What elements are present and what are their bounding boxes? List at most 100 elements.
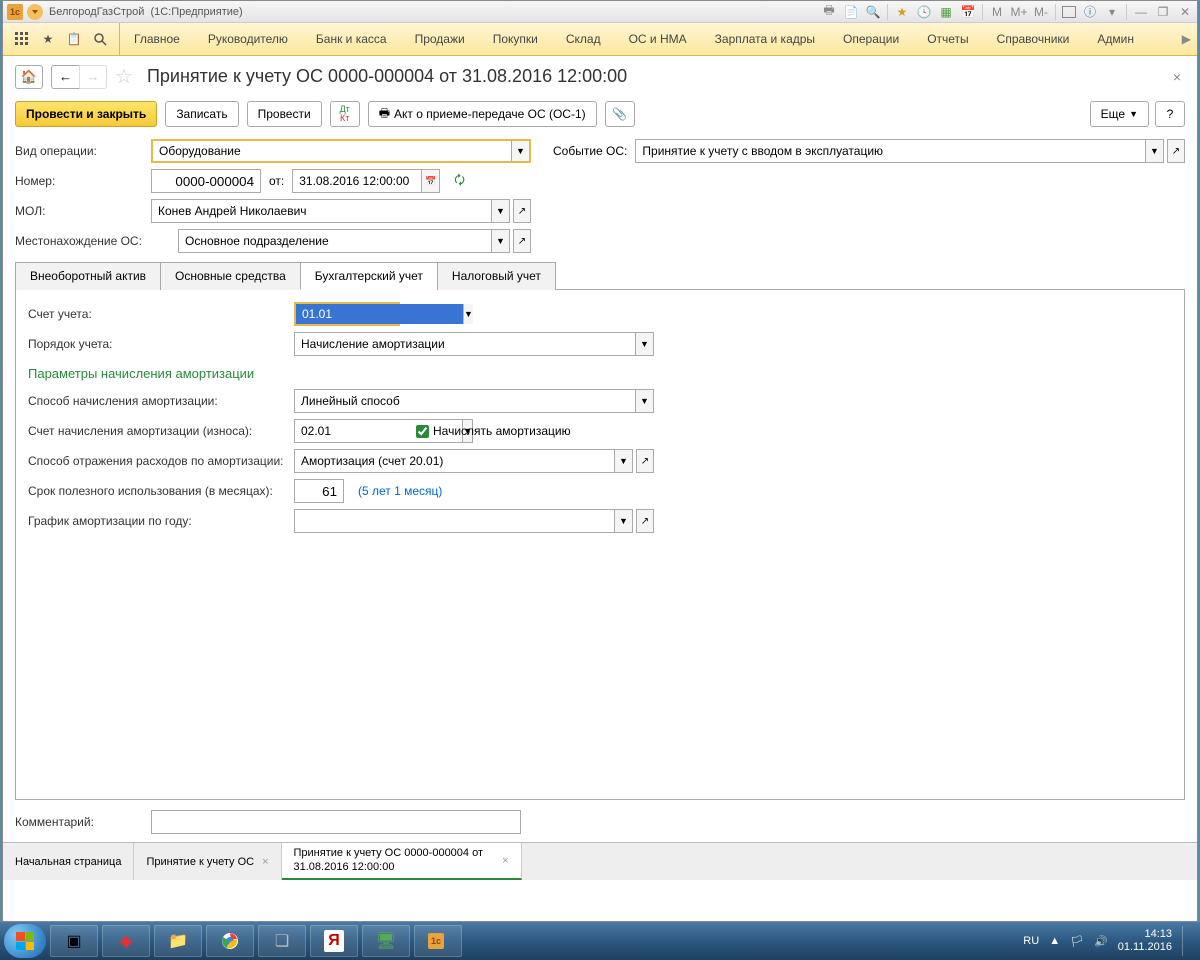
mem-mminus[interactable]: M- (1033, 4, 1049, 20)
flag-icon[interactable]: 🏳 (1070, 935, 1084, 948)
method-input[interactable] (294, 389, 636, 413)
menu-item-reports[interactable]: Отчеты (913, 23, 982, 55)
account-combo[interactable]: ▼ (294, 302, 400, 326)
back-button[interactable]: ← (51, 65, 79, 89)
event-combo[interactable]: ▼ ↗ (635, 139, 1185, 163)
post-button[interactable]: Провести (247, 101, 322, 127)
open-button[interactable]: ↗ (513, 229, 531, 253)
vid-operacii-combo[interactable]: ▼ (151, 139, 531, 163)
refresh-icon[interactable]: 🗘 (454, 171, 465, 192)
btab-doc-list[interactable]: Принятие к учету ОС× (134, 843, 281, 880)
mem-mplus[interactable]: M+ (1011, 4, 1027, 20)
clock[interactable]: 14:13 01.11.2016 (1118, 928, 1172, 954)
method-combo[interactable]: ▼ (294, 389, 654, 413)
tab-accounting[interactable]: Бухгалтерский учет (300, 262, 438, 290)
show-desktop[interactable] (1182, 926, 1190, 956)
search-icon[interactable] (91, 30, 109, 48)
open-button[interactable]: ↗ (1167, 139, 1185, 163)
print-icon[interactable]: 🖶 (821, 4, 837, 20)
btab-current-doc[interactable]: Принятие к учету ОС 0000-000004 от 31.08… (282, 843, 522, 880)
search-icon[interactable]: 🔍 (865, 4, 881, 20)
dropdown-button[interactable]: ▼ (492, 199, 510, 223)
save-button[interactable]: Записать (165, 101, 238, 127)
close-tab-button[interactable]: × (1169, 65, 1185, 89)
task-chrome[interactable] (206, 925, 254, 957)
dropdown-button[interactable]: ▼ (1146, 139, 1164, 163)
vid-operacii-input[interactable] (153, 141, 511, 161)
close-icon[interactable]: × (262, 856, 268, 868)
menu-item-sales[interactable]: Продажи (401, 23, 479, 55)
star-icon[interactable]: ★ (39, 30, 57, 48)
start-button[interactable] (4, 924, 46, 958)
location-input[interactable] (178, 229, 492, 253)
comment-input[interactable] (151, 810, 521, 834)
tab-noncurrent-asset[interactable]: Внеоборотный актив (15, 262, 161, 290)
expense-input[interactable] (294, 449, 615, 473)
star-icon[interactable]: ★ (894, 4, 910, 20)
dtkt-button[interactable]: ДтКт (330, 101, 360, 127)
lang-indicator[interactable]: RU (1023, 935, 1039, 947)
more-button[interactable]: Еще ▼ (1090, 101, 1149, 127)
forward-button[interactable]: → (79, 65, 107, 89)
dropdown-button[interactable]: ▼ (463, 304, 473, 324)
event-input[interactable] (635, 139, 1146, 163)
graph-combo[interactable]: ▼ ↗ (294, 509, 654, 533)
expense-combo[interactable]: ▼ ↗ (294, 449, 654, 473)
home-button[interactable]: 🏠 (15, 65, 43, 89)
dropdown-button[interactable]: ▼ (636, 389, 654, 413)
dropdown-button[interactable]: ▼ (615, 449, 633, 473)
menu-scroll-right[interactable]: ▶ (1176, 32, 1197, 46)
task-explorer[interactable]: ▣ (50, 925, 98, 957)
task-folder[interactable]: 📁 (154, 925, 202, 957)
task-app1[interactable]: ◆ (102, 925, 150, 957)
apps-icon[interactable] (13, 30, 31, 48)
menu-item-main[interactable]: Главное (120, 23, 194, 55)
account-input[interactable] (296, 304, 463, 324)
dropdown-button[interactable]: ▼ (511, 141, 529, 161)
menu-item-assets[interactable]: ОС и НМА (615, 23, 701, 55)
act-button[interactable]: 🖶Акт о приеме-передаче ОС (ОС-1) (368, 101, 597, 127)
tab-tax-accounting[interactable]: Налоговый учет (437, 262, 556, 290)
depreciate-checkbox-wrap[interactable]: Начислять амортизацию (416, 424, 571, 438)
menu-item-manager[interactable]: Руководителю (194, 23, 302, 55)
date-input[interactable] (292, 169, 422, 193)
calendar-button[interactable]: 📅 (422, 169, 440, 193)
tab-fixed-assets[interactable]: Основные средства (160, 262, 301, 290)
order-input[interactable] (294, 332, 636, 356)
panel-icon[interactable] (1062, 6, 1076, 18)
mol-input[interactable] (151, 199, 492, 223)
close-icon[interactable]: × (502, 855, 508, 867)
btab-startpage[interactable]: Начальная страница (3, 843, 134, 880)
calc-icon[interactable]: ▦ (938, 4, 954, 20)
maximize-button[interactable]: ❐ (1155, 4, 1171, 20)
dropdown-button[interactable]: ▼ (615, 509, 633, 533)
close-button[interactable]: ✕ (1177, 4, 1193, 20)
date-combo[interactable]: 📅 (292, 169, 440, 193)
menu-item-operations[interactable]: Операции (829, 23, 913, 55)
open-button[interactable]: ↗ (636, 449, 654, 473)
task-taskview[interactable]: ❏ (258, 925, 306, 957)
menu-item-salary[interactable]: Зарплата и кадры (701, 23, 829, 55)
menu-item-admin[interactable]: Админ (1083, 23, 1148, 55)
favorite-icon[interactable]: ☆ (115, 64, 133, 89)
open-button[interactable]: ↗ (513, 199, 531, 223)
attachment-button[interactable]: 📎 (605, 101, 635, 127)
volume-icon[interactable]: 🔊 (1094, 935, 1108, 948)
depreciate-checkbox[interactable] (416, 425, 429, 438)
menu-item-directories[interactable]: Справочники (983, 23, 1084, 55)
task-monitor[interactable]: 🖥 (362, 925, 410, 957)
menu-item-bank[interactable]: Банк и касса (302, 23, 401, 55)
task-1c[interactable]: 1c (414, 925, 462, 957)
info-icon[interactable]: ⓘ (1082, 4, 1098, 20)
location-combo[interactable]: ▼ ↗ (178, 229, 531, 253)
dropdown-button[interactable]: ▼ (492, 229, 510, 253)
tray-up-icon[interactable]: ▲ (1049, 935, 1060, 947)
dropdown-button[interactable]: ▼ (636, 332, 654, 356)
post-close-button[interactable]: Провести и закрыть (15, 101, 157, 127)
mol-combo[interactable]: ▼ ↗ (151, 199, 531, 223)
graph-input[interactable] (294, 509, 615, 533)
history-icon[interactable]: 🕓 (916, 4, 932, 20)
minimize-button[interactable]: — (1133, 4, 1149, 20)
mem-m[interactable]: M (989, 4, 1005, 20)
task-yandex[interactable]: Я (310, 925, 358, 957)
